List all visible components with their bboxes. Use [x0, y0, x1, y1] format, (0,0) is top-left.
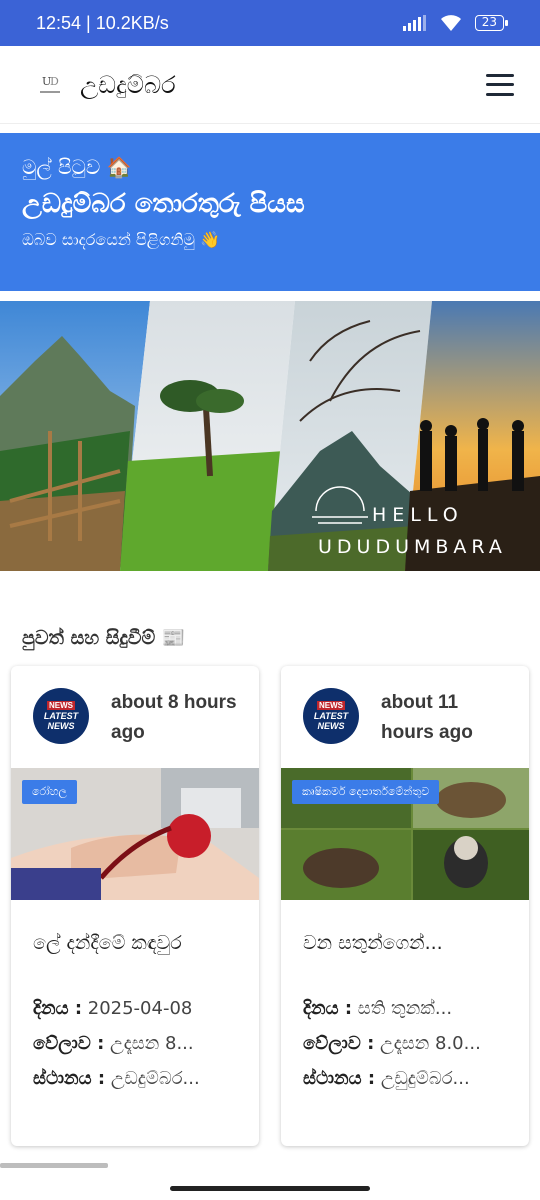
signal-icon — [402, 15, 426, 31]
time-value: උදෑසන 8.0... — [380, 1033, 481, 1054]
place-value: උඩදුම්බර... — [110, 1068, 200, 1089]
card-image: රෝහල — [11, 768, 259, 900]
svg-text:D: D — [50, 75, 59, 88]
wifi-icon — [440, 15, 461, 31]
hero-image: HELLO UDUDUMBARA — [0, 301, 540, 571]
udadumbara-logo-icon: U D — [36, 71, 64, 99]
date-value: 2025-04-08 — [87, 998, 193, 1019]
latest-news-avatar-icon: NEWS LATEST NEWS — [303, 688, 359, 744]
banner-line1: HELLO — [372, 504, 464, 526]
card-header: NEWS LATEST NEWS about 11 hours ago — [281, 666, 529, 768]
card-title[interactable]: ලේ දන්දීමේ කඳවුර — [11, 900, 259, 980]
brand-name: උඩදුම්බර — [80, 70, 176, 99]
status-bar: 12:54 | 10.2KB/s 23 — [0, 0, 540, 46]
status-icons: 23 — [402, 14, 509, 32]
time-label: වේලාව : — [303, 1033, 375, 1054]
battery-icon: 23 — [474, 15, 509, 31]
card-image: කෘෂිකර්ම දෙපාර්තමේන්තුව — [281, 768, 529, 900]
horizontal-scrollbar[interactable] — [0, 1163, 108, 1168]
date-label: දිනය : — [33, 998, 83, 1019]
banner-line2: UDUDUMBARA — [318, 536, 507, 558]
brand[interactable]: U D උඩදුම්බර — [36, 71, 176, 99]
app-header: U D උඩදුම්බර — [0, 46, 540, 124]
hamburger-menu-icon[interactable] — [486, 73, 514, 96]
news-card[interactable]: NEWS LATEST NEWS about 8 hours ago රෝහල … — [11, 666, 259, 1146]
card-time: about 8 hours ago — [111, 692, 237, 743]
hero-banner: මුල් පිටුව 🏠 උඩදුම්බර තොරතුරු පියස ඔබව ස… — [0, 133, 540, 291]
date-label: දිනය : — [303, 998, 353, 1019]
home-indicator[interactable] — [170, 1186, 370, 1191]
category-tag[interactable]: රෝහල — [22, 780, 77, 804]
latest-news-avatar-icon: NEWS LATEST NEWS — [33, 688, 89, 744]
time-label: වේලාව : — [33, 1033, 105, 1054]
card-meta: දිනය : සති තුනක්... වේලාව : උදෑසන 8.0...… — [281, 980, 529, 1103]
page-title: උඩදුම්බර තොරතුරු පියස — [22, 189, 305, 219]
place-label: ස්ථානය : — [33, 1068, 106, 1089]
place-value: උඩුදුම්බර... — [380, 1068, 470, 1089]
news-card[interactable]: NEWS LATEST NEWS about 11 hours ago කෘෂි… — [281, 666, 529, 1146]
page-subtitle: ඔබව සාදරයෙන් පිළිගනිමු 👋 — [22, 230, 220, 249]
place-label: ස්ථානය : — [303, 1068, 376, 1089]
date-value: සති තුනක්... — [357, 998, 453, 1019]
card-meta: දිනය : 2025-04-08 වේලාව : උදෑසන 8... ස්ථ… — [11, 980, 259, 1103]
status-time: 12:54 | 10.2KB/s — [36, 12, 169, 33]
card-header: NEWS LATEST NEWS about 8 hours ago — [11, 666, 259, 768]
breadcrumb[interactable]: මුල් පිටුව 🏠 — [22, 155, 518, 179]
time-value: උදෑසන 8... — [110, 1033, 194, 1054]
news-section-title: පුවත් සහ සිදුවීම් 📰 — [22, 627, 186, 649]
card-time: about 11 hours ago — [381, 692, 473, 743]
card-title[interactable]: වන සතුන්ගෙන්... — [281, 900, 529, 980]
category-tag[interactable]: කෘෂිකර්ම දෙපාර්තමේන්තුව — [292, 780, 440, 804]
